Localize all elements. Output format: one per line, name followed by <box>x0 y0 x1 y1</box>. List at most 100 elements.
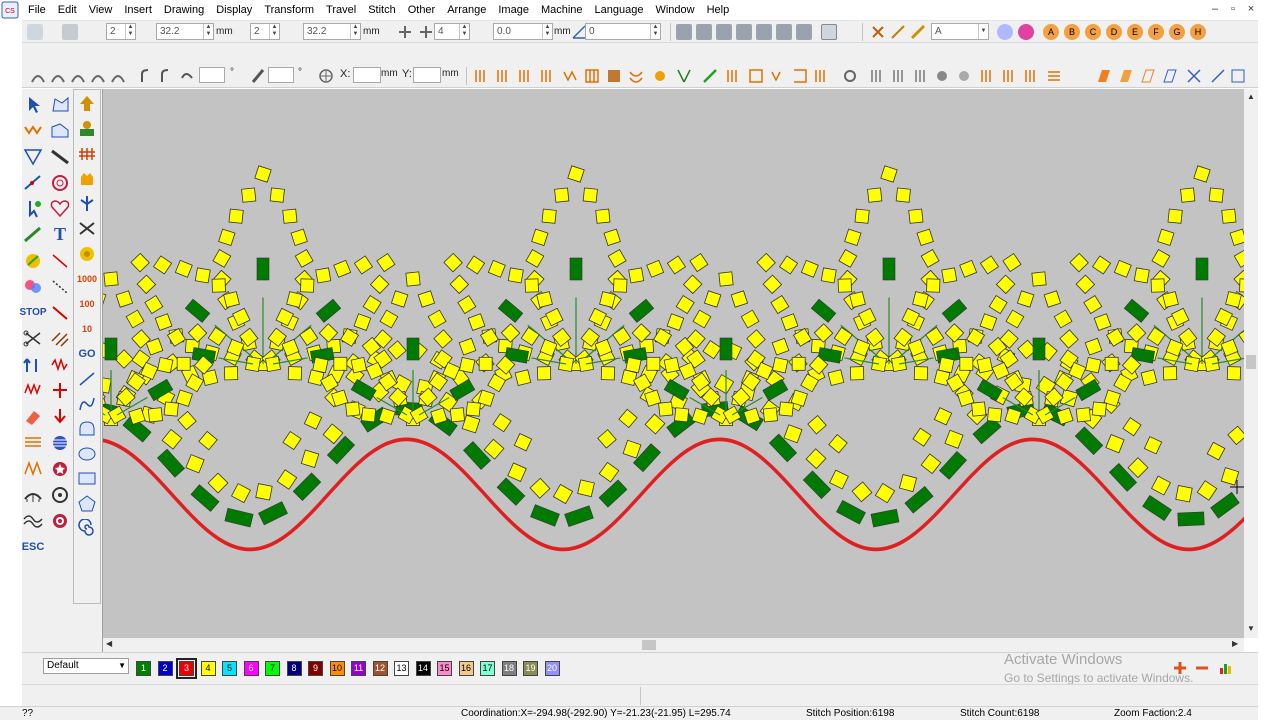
align-left-icon[interactable] <box>676 24 692 40</box>
align-center-icon[interactable] <box>696 24 712 40</box>
counter-10-tool[interactable]: 10 <box>76 319 98 338</box>
sequin-icon[interactable] <box>22 485 44 504</box>
font-select[interactable]: A ▼ <box>931 23 989 40</box>
thread-swatch-3[interactable]: 3 <box>176 658 197 679</box>
spiral-tool-icon[interactable] <box>76 519 98 538</box>
brush-icon[interactable] <box>22 225 44 244</box>
thread-swatch-19[interactable]: 19 <box>523 661 538 676</box>
close-button[interactable]: × <box>1242 0 1260 18</box>
menu-image[interactable]: Image <box>492 0 535 20</box>
letter-h-button[interactable]: H <box>1190 24 1206 40</box>
letter-d-button[interactable]: D <box>1106 24 1122 40</box>
arrow-down-red-icon[interactable] <box>49 407 71 426</box>
align-bottom-icon[interactable] <box>776 24 792 40</box>
menu-edit[interactable]: Edit <box>52 0 83 20</box>
curve-tools-icons[interactable] <box>140 68 196 84</box>
color-wheel-icon[interactable] <box>997 24 1013 40</box>
align-right-icon[interactable] <box>716 24 732 40</box>
grid-size-y-field[interactable]: 32.2 ▲ ▼ <box>303 23 361 40</box>
star-badge-icon[interactable] <box>49 459 71 478</box>
zigzag-red-icon[interactable] <box>49 355 71 374</box>
ellipse-tool-icon[interactable] <box>76 444 98 463</box>
arc-shape-icon[interactable] <box>76 419 98 438</box>
menu-machine[interactable]: Machine <box>535 0 589 20</box>
x-coordinate-field[interactable] <box>353 67 381 83</box>
arrows-left-right-icon[interactable] <box>49 381 71 400</box>
line-3-icon[interactable] <box>49 303 71 322</box>
menu-transform[interactable]: Transform <box>258 0 320 20</box>
counter-1000-tool[interactable]: 1000 <box>76 269 98 288</box>
color-chart-icon[interactable] <box>1218 660 1234 676</box>
menu-file[interactable]: File <box>22 0 52 20</box>
freehand-shape-icon[interactable] <box>49 121 71 140</box>
curve-value-field[interactable] <box>199 67 225 83</box>
slant-icon[interactable] <box>250 68 266 84</box>
counter-100-tool[interactable]: 100 <box>76 294 98 313</box>
thread-swatch-15[interactable]: 15 <box>437 661 452 676</box>
move-up-icon[interactable] <box>76 94 98 113</box>
thread-swatch-11[interactable]: 11 <box>351 661 366 676</box>
stitch-type-icons[interactable] <box>472 68 1092 84</box>
hand-icon[interactable] <box>76 169 98 188</box>
menu-drawing[interactable]: Drawing <box>158 0 210 20</box>
grid-count-x-field[interactable]: 2 ▲ ▼ <box>106 23 136 40</box>
crosshair-plus-alt-icon[interactable] <box>418 24 434 40</box>
thread-swatch-9[interactable]: 9 <box>308 661 323 676</box>
thread-swatch-8[interactable]: 8 <box>286 661 302 676</box>
thread-swatch-10[interactable]: 10 <box>329 661 345 676</box>
grid-size-x-field[interactable]: 32.2 ▲ ▼ <box>156 23 214 40</box>
needle-icon[interactable] <box>890 24 906 40</box>
menu-view[interactable]: View <box>83 0 119 20</box>
text-tool[interactable]: T <box>49 224 71 244</box>
y-coordinate-field[interactable] <box>413 67 441 83</box>
scroll-right-icon[interactable]: ▶ <box>1232 639 1238 648</box>
offset-field[interactable]: 0.0 ▲ ▼ <box>493 23 553 40</box>
step-count-field[interactable]: 4 ▲ ▼ <box>434 23 470 40</box>
tie-stitch-icon[interactable] <box>22 381 44 400</box>
thread-swatch-16[interactable]: 16 <box>458 661 474 676</box>
color-palette-icon[interactable] <box>22 277 44 296</box>
cut-icon[interactable] <box>76 219 98 238</box>
menu-language[interactable]: Language <box>589 0 650 20</box>
thread-swatch-17[interactable]: 17 <box>480 661 495 676</box>
thread-swatch-20[interactable]: 20 <box>544 661 560 676</box>
letter-c-button[interactable]: C <box>1085 24 1101 40</box>
menu-window[interactable]: Window <box>649 0 700 20</box>
thread-swatch-1[interactable]: 1 <box>136 661 151 676</box>
color-mix-icon[interactable] <box>1018 24 1034 40</box>
polygon-tool-icon[interactable] <box>76 494 98 513</box>
thread-swatch-18[interactable]: 18 <box>501 661 517 676</box>
stack-icon[interactable] <box>76 119 98 138</box>
add-color-icon[interactable] <box>1172 660 1188 676</box>
design-canvas[interactable] <box>103 89 1244 638</box>
move-icon[interactable] <box>318 68 334 84</box>
zigzag-fill-icon[interactable] <box>22 459 44 478</box>
knife-icon[interactable] <box>49 147 71 166</box>
esc-tool[interactable]: ESC <box>22 537 45 556</box>
stop-tool[interactable]: STOP <box>19 303 46 322</box>
distribute-icon[interactable] <box>796 24 812 40</box>
jump-icon[interactable] <box>22 355 44 374</box>
menu-arrange[interactable]: Arrange <box>441 0 492 20</box>
node-edit-icon[interactable] <box>22 173 44 192</box>
thread-swatch-4[interactable]: 4 <box>200 661 216 676</box>
go-tool[interactable]: GO <box>76 344 98 363</box>
coin-icon[interactable] <box>76 244 98 263</box>
pen-icon[interactable] <box>910 24 926 40</box>
circle-target-icon[interactable] <box>49 173 71 192</box>
menu-other[interactable]: Other <box>402 0 442 20</box>
thread-swatch-14[interactable]: 14 <box>415 661 431 676</box>
line-1-icon[interactable] <box>49 251 71 270</box>
vertical-scrollbar[interactable]: ▲ ▼ <box>1244 89 1258 638</box>
arrange-options-icon[interactable] <box>821 24 837 40</box>
scroll-left-icon[interactable]: ◀ <box>106 639 112 648</box>
thread-swatch-6[interactable]: 6 <box>243 661 259 676</box>
align-middle-icon[interactable] <box>756 24 772 40</box>
scroll-up-icon[interactable]: ▲ <box>1247 92 1255 101</box>
letter-g-button[interactable]: G <box>1169 24 1185 40</box>
node-edit-icons[interactable] <box>30 68 134 84</box>
menu-travel[interactable]: Travel <box>320 0 362 20</box>
line-2-icon[interactable] <box>49 277 71 296</box>
curve-tool-icon[interactable] <box>76 394 98 413</box>
scroll-down-icon[interactable]: ▼ <box>1247 624 1255 633</box>
